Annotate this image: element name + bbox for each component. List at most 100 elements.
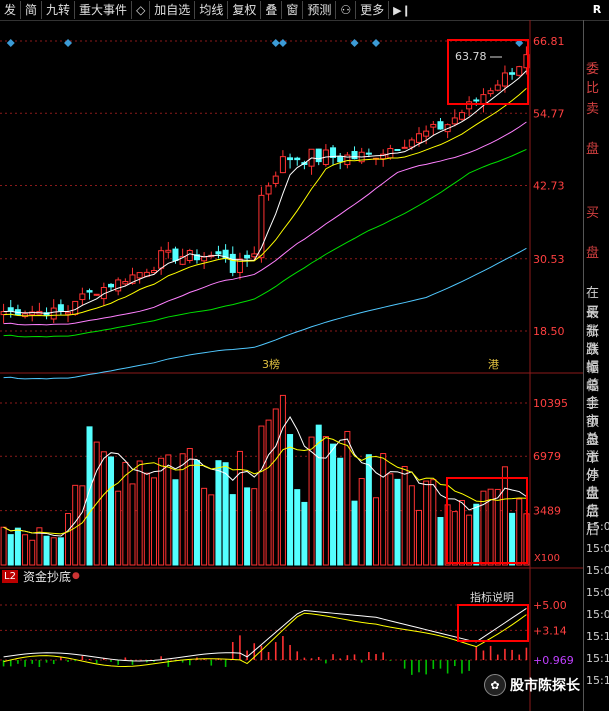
candle-body-58 [415,133,422,143]
vol-bar-8 [57,537,64,566]
side-time-4: 15:0 [586,608,609,621]
vol-bar-51 [365,454,372,566]
candle-body-38 [272,175,279,184]
candle-body-19 [136,272,143,279]
candle-body-41 [294,157,301,161]
highlight-box-indicator [457,604,529,642]
vol-bar-9 [65,512,72,566]
vol-bar-66 [473,503,480,566]
candle-body-44 [315,148,322,163]
quote-side-panel: 委比卖盘买盘在买 最新 涨跌 涨幅 振幅 总手 金额 市盈 总市 涨停 外盘 盘后 盘后 15:0 15:0… [583,20,609,711]
watermark: ✿ 股市陈探长 [484,673,580,697]
play-pause-icon[interactable]: ▶❙ [389,4,415,17]
vol-bar-19 [136,460,143,566]
vol-bar-33 [236,450,243,566]
toolbar-item-10[interactable]: 预测 [303,1,337,19]
candle-body-15 [108,283,115,288]
vol-bar-38 [272,408,279,566]
vol-bar-18 [129,483,136,566]
candle-body-13 [93,293,100,296]
candle-body-47 [337,156,344,163]
toolbar-item-3[interactable]: 重大事件 [75,1,133,19]
toolbar-item-12[interactable]: 更多 [356,1,390,19]
vol-bar-25 [179,453,186,566]
candle-body-11 [79,293,86,301]
toolbar-item-4[interactable]: ◇ [132,1,151,19]
candle-body-28 [201,256,208,262]
side-label-2: 盘 [586,142,600,157]
vol-bar-2 [14,527,21,566]
candle-body-37 [265,185,272,195]
ma5-line [3,70,527,314]
candle-body-7 [50,307,57,320]
side-label-1: 卖 [586,102,600,117]
chart-mode-r[interactable]: R [585,0,609,20]
side-time-2: 15:0 [586,564,609,577]
candle-body-12 [86,290,93,293]
vol-bar-72 [516,498,523,566]
vol-bar-7 [50,537,57,566]
candle-body-61 [437,121,444,130]
candle-body-10 [72,300,79,315]
vol-bar-40 [287,434,294,566]
candle-body-39 [279,156,286,174]
candle-body-56 [401,146,408,149]
indicator-name[interactable]: 资金抄底 [23,568,71,585]
vol-axis-label-1: 6979 [533,450,561,463]
vol-bar-0 [0,526,7,566]
chart-area[interactable]: 66.81 54.77 42.73 30.53 18.50 63.78 3榜 港 10395 69… [0,20,583,711]
toolbar-item-5[interactable]: 加自选 [150,1,196,19]
side-time-0: 15:0 [586,520,609,533]
toolbar-item-8[interactable]: 叠 [261,1,283,19]
candle-body-65 [466,101,473,110]
candle-body-51 [365,152,372,155]
vol-bar-16 [115,490,122,566]
vol-bar-53 [380,453,387,566]
side-label-0: 委比 [586,62,600,96]
candle-body-67 [480,94,487,105]
candle-body-60 [430,123,437,128]
price-axis-label-0: 66.81 [533,35,565,48]
candle-body-69 [494,84,501,91]
candle-body-57 [408,139,415,148]
vol-bar-43 [308,436,315,566]
candle-body-26 [186,249,193,262]
vol-axis-label-2: 3489 [533,505,561,518]
vol-bar-44 [315,424,322,566]
toolbar-item-6[interactable]: 均线 [195,1,229,19]
toolbar-item-1[interactable]: 简 [21,1,43,19]
event-diamond-icon-2 [271,39,280,47]
toolbar-item-7[interactable]: 复权 [228,1,262,19]
vol-bar-28 [201,487,208,566]
vol-bar-32 [229,494,236,566]
candle-body-32 [229,253,236,273]
vol-unit: X100 [534,553,560,564]
price-annotation: 63.78 [455,50,487,63]
candle-body-55 [394,148,401,151]
event-diamond-icon-4 [350,39,359,47]
vol-bar-55 [394,478,401,566]
vol-bar-29 [208,494,215,566]
indicator-header: L2 资金抄底 ● [0,568,80,584]
vol-bar-35 [251,488,258,566]
candle-body-24 [172,248,179,262]
candle-body-1 [7,307,14,312]
indicator-star-icon: ● [71,571,80,581]
candle-body-22 [158,250,165,269]
candle-body-17 [122,281,129,285]
toolbar-item-2[interactable]: 九转 [42,1,76,19]
vol-bar-20 [143,472,150,566]
toolbar-item-0[interactable]: 发 [0,1,22,19]
vol-bar-21 [150,477,157,566]
watermark-text: 股市陈探长 [510,678,580,694]
toolbar-item-11[interactable]: ⚇ [336,1,357,19]
wechat-icon: ✿ [484,674,506,696]
price-axis-label-1: 54.77 [533,107,565,120]
vol-bar-42 [301,501,308,566]
candle-body-23 [165,249,172,253]
indicator-help-link[interactable]: 指标说明 [470,589,514,605]
vol-bar-46 [330,443,337,566]
toolbar-item-9[interactable]: 窗 [282,1,304,19]
side-time-3: 15:0 [586,586,609,599]
vol-bar-27 [193,459,200,566]
